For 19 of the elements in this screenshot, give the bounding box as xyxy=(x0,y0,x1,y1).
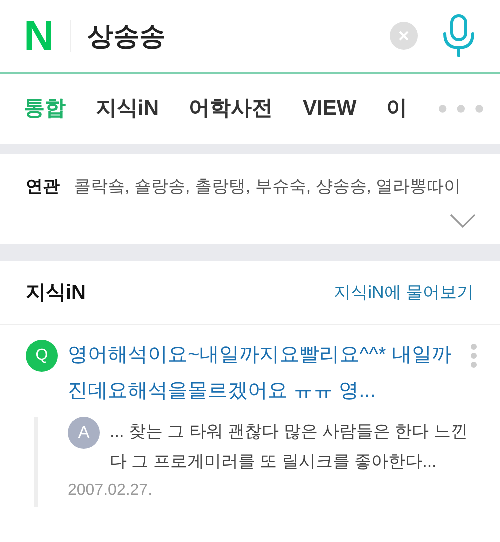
related-label: 연관 xyxy=(26,177,60,196)
clear-icon[interactable] xyxy=(390,22,418,50)
ask-link[interactable]: 지식iN에 물어보기 xyxy=(334,280,474,306)
answer-date: 2007.02.27. xyxy=(68,481,154,501)
question-badge: Q xyxy=(26,340,58,372)
answer-snippet: ... 찾는 그 타워 괜찮다 많은 사람들은 한다 느낀다 그 프로게미러를 또 릴시크를 좋아한다... xyxy=(110,421,469,473)
more-icon[interactable] xyxy=(438,104,484,114)
tab[interactable]: VIEW xyxy=(303,93,357,125)
search-query[interactable]: 상송송 xyxy=(87,16,390,56)
tab[interactable]: 지식iN xyxy=(96,93,159,125)
section-title: 지식iN xyxy=(26,280,86,306)
more-vertical-icon[interactable] xyxy=(470,343,478,369)
microphone-icon[interactable] xyxy=(442,14,476,58)
question-link[interactable]: 영어해석이요~내일까지요빨리요^^* 내일까진데요해석을몰르겠어요 ㅠㅠ 영... xyxy=(68,337,456,409)
tab[interactable]: 이 xyxy=(386,93,408,125)
related-terms[interactable]: 콜락숔, 숄랑송, 촐랑탱, 부슈숙, 샹송송, 열라뽕따이 xyxy=(74,177,462,196)
answer-badge: A xyxy=(68,417,100,449)
tab[interactable]: 어학사전 xyxy=(189,93,273,125)
chevron-down-icon[interactable] xyxy=(450,214,476,228)
